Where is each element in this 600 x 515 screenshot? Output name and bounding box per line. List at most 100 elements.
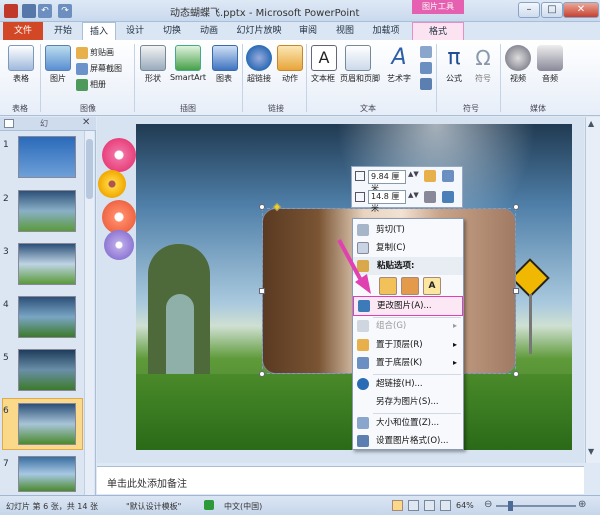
slide-thumbnail[interactable] xyxy=(18,403,76,445)
audio-button-label[interactable]: 音频 xyxy=(534,73,566,84)
slide-thumbnail[interactable] xyxy=(18,349,76,391)
slide-thumbnail[interactable] xyxy=(18,243,76,285)
smartart-icon[interactable] xyxy=(175,45,201,71)
hyperlink-icon[interactable] xyxy=(246,45,272,71)
bring-forward-icon[interactable] xyxy=(424,170,436,182)
tab-review[interactable]: 审阅 xyxy=(293,22,323,40)
height-field[interactable]: 9.84 厘米 xyxy=(368,170,406,193)
menu-item-group[interactable]: 组合(G) ▸ xyxy=(353,317,463,335)
minimize-button[interactable]: – xyxy=(518,2,540,18)
vertical-scrollbar[interactable]: ▲ ▼ xyxy=(585,117,600,463)
zoom-in-icon[interactable]: ⊕ xyxy=(578,499,586,510)
header-footer-button-label[interactable]: 页眉和页脚 xyxy=(335,73,385,84)
save-icon[interactable] xyxy=(22,4,36,18)
paste-text-only-icon[interactable]: A xyxy=(423,277,441,295)
slide-thumbnail[interactable] xyxy=(18,190,76,232)
resize-handle[interactable] xyxy=(513,371,519,377)
width-spinner-icon[interactable]: ▲▼ xyxy=(408,191,419,199)
slide-number-icon[interactable] xyxy=(420,62,432,74)
resize-handle[interactable] xyxy=(513,288,519,294)
slide-thumbnail[interactable] xyxy=(18,456,76,492)
picture-icon[interactable] xyxy=(45,45,71,71)
tab-design[interactable]: 设计 xyxy=(120,22,150,40)
paste-keep-formatting-icon[interactable] xyxy=(379,277,397,295)
slide-thumbnail[interactable] xyxy=(18,136,76,178)
tab-animations[interactable]: 动画 xyxy=(194,22,224,40)
zoom-slider-thumb[interactable] xyxy=(508,501,513,511)
normal-view-icon[interactable] xyxy=(392,500,403,511)
tab-addins[interactable]: 加载项 xyxy=(367,22,405,40)
language-indicator[interactable]: 中文(中国) xyxy=(224,501,262,512)
menu-item-send-to-back[interactable]: 置于底层(K) ▸ xyxy=(353,354,463,372)
menu-item-save-as-picture[interactable]: 另存为图片(S)... xyxy=(353,393,463,411)
resize-handle[interactable] xyxy=(513,204,519,210)
zoom-out-icon[interactable]: ⊖ xyxy=(484,499,492,510)
width-field[interactable]: 14.8 厘米 xyxy=(368,190,406,213)
header-footer-icon[interactable] xyxy=(345,45,371,71)
resize-handle[interactable] xyxy=(259,371,265,377)
formula-button-label[interactable]: 公式 xyxy=(438,73,470,84)
shapes-icon[interactable] xyxy=(140,45,166,71)
crop-icon[interactable] xyxy=(424,191,436,203)
redo-icon[interactable]: ↷ xyxy=(58,4,72,18)
menu-item-bring-to-front[interactable]: 置于顶层(R) ▸ xyxy=(353,336,463,354)
resize-handle[interactable] xyxy=(259,204,265,210)
height-spinner-icon[interactable]: ▲▼ xyxy=(408,170,419,178)
paste-picture-icon[interactable] xyxy=(401,277,419,295)
close-pane-icon[interactable]: ✕ xyxy=(82,117,90,128)
action-star-icon[interactable] xyxy=(277,45,303,71)
clipart-icon[interactable] xyxy=(76,47,88,59)
slide-sorter-view-icon[interactable] xyxy=(408,500,419,511)
scroll-thumb[interactable] xyxy=(86,139,93,199)
object-icon[interactable] xyxy=(420,78,432,90)
formula-pi-icon[interactable]: π xyxy=(441,45,467,71)
date-time-icon[interactable] xyxy=(420,46,432,58)
resize-handle[interactable] xyxy=(259,288,265,294)
audio-speaker-icon[interactable] xyxy=(537,45,563,71)
slide-thumbnail[interactable] xyxy=(18,296,76,338)
picture-button-label[interactable]: 图片 xyxy=(42,73,74,84)
tab-slideshow[interactable]: 幻灯片放映 xyxy=(232,22,286,40)
maximize-button[interactable]: □ xyxy=(541,2,563,18)
undo-icon[interactable]: ↶ xyxy=(38,4,52,18)
tab-transitions[interactable]: 切换 xyxy=(157,22,187,40)
album-icon[interactable] xyxy=(76,79,88,91)
tab-insert[interactable]: 插入 xyxy=(82,22,116,40)
close-button[interactable]: ✕ xyxy=(563,2,599,18)
spelling-check-icon[interactable] xyxy=(204,500,214,510)
shapes-button-label[interactable]: 形状 xyxy=(137,73,169,84)
thumbnail-scrollbar[interactable] xyxy=(84,131,94,495)
video-icon[interactable] xyxy=(505,45,531,71)
wordart-icon[interactable]: A xyxy=(386,45,412,71)
picture-effects-icon[interactable] xyxy=(442,191,454,203)
scroll-up-icon[interactable]: ▲ xyxy=(588,119,598,129)
video-button-label[interactable]: 视频 xyxy=(502,73,534,84)
textbox-icon[interactable]: A xyxy=(311,45,337,71)
album-button[interactable]: 相册 xyxy=(90,79,106,90)
symbol-button-label[interactable]: 符号 xyxy=(467,73,499,84)
scroll-down-icon[interactable]: ▼ xyxy=(588,447,598,457)
tab-view[interactable]: 视图 xyxy=(330,22,360,40)
symbol-omega-icon[interactable]: Ω xyxy=(470,45,496,71)
smartart-button-label[interactable]: SmartArt xyxy=(166,73,210,82)
reading-view-icon[interactable] xyxy=(424,500,435,511)
send-backward-icon[interactable] xyxy=(442,170,454,182)
notes-pane[interactable]: 单击此处添加备注 xyxy=(97,466,584,494)
clipart-button[interactable]: 剪贴画 xyxy=(90,47,114,58)
outline-tab[interactable]: 幻 xyxy=(40,118,48,129)
hyperlink-button-label[interactable]: 超链接 xyxy=(242,73,276,84)
slides-tab-icon[interactable] xyxy=(4,119,14,128)
action-button-label[interactable]: 动作 xyxy=(275,73,305,84)
tab-home[interactable]: 开始 xyxy=(48,22,78,40)
chart-icon[interactable] xyxy=(212,45,238,71)
wordart-button-label[interactable]: 艺术字 xyxy=(382,73,416,84)
screenshot-icon[interactable] xyxy=(76,63,88,75)
slideshow-view-icon[interactable] xyxy=(440,500,451,511)
tab-file[interactable]: 文件 xyxy=(3,22,43,40)
menu-item-format-picture[interactable]: 设置图片格式(O)... xyxy=(353,432,463,450)
screenshot-button[interactable]: 屏幕截图 xyxy=(90,63,122,74)
table-button-label[interactable]: 表格 xyxy=(4,73,38,84)
chart-button-label[interactable]: 图表 xyxy=(208,73,240,84)
zoom-level[interactable]: 64% xyxy=(456,501,474,510)
menu-item-size-position[interactable]: 大小和位置(Z)... xyxy=(353,414,463,432)
